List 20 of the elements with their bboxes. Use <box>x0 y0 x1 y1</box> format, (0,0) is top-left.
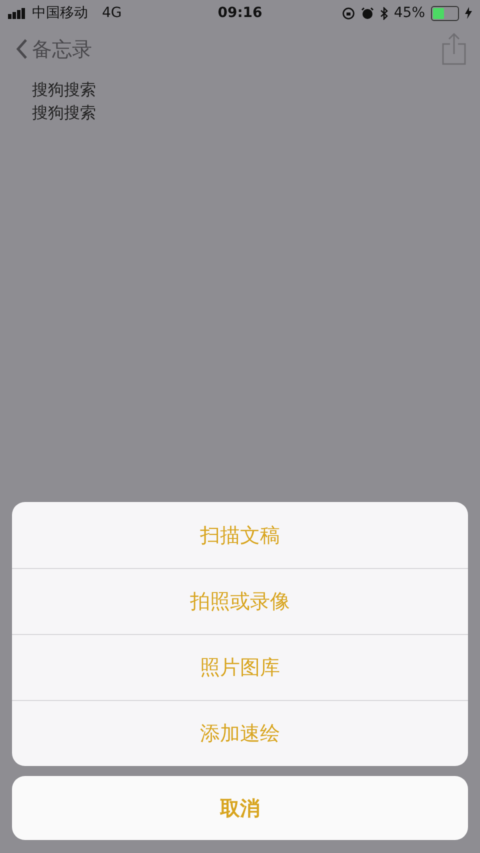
action-option[interactable]: 扫描文稿 <box>12 502 468 568</box>
action-option[interactable]: 拍照或录像 <box>12 568 468 634</box>
network-type: 4G <box>102 5 122 21</box>
cancel-button[interactable]: 取消 <box>12 776 468 840</box>
carrier-name: 中国移动 <box>32 4 88 22</box>
bluetooth-icon <box>380 6 388 20</box>
battery-icon <box>431 6 460 20</box>
action-option[interactable]: 添加速绘 <box>12 700 468 766</box>
charging-icon <box>465 7 472 19</box>
back-link[interactable]: 备忘录 <box>32 36 92 62</box>
clock-time: 09:16 <box>218 5 262 21</box>
share-icon[interactable] <box>442 33 466 65</box>
battery-percent: 45% <box>394 5 426 21</box>
signal-icon <box>8 8 26 18</box>
action-option[interactable]: 照片图库 <box>12 634 468 700</box>
note-text: 搜狗搜索 <box>32 80 97 101</box>
alarm-icon <box>360 6 374 20</box>
note-text: 搜狗搜索 <box>32 103 97 124</box>
rotation-lock-icon <box>342 6 355 20</box>
back-chevron-icon[interactable] <box>16 39 28 59</box>
